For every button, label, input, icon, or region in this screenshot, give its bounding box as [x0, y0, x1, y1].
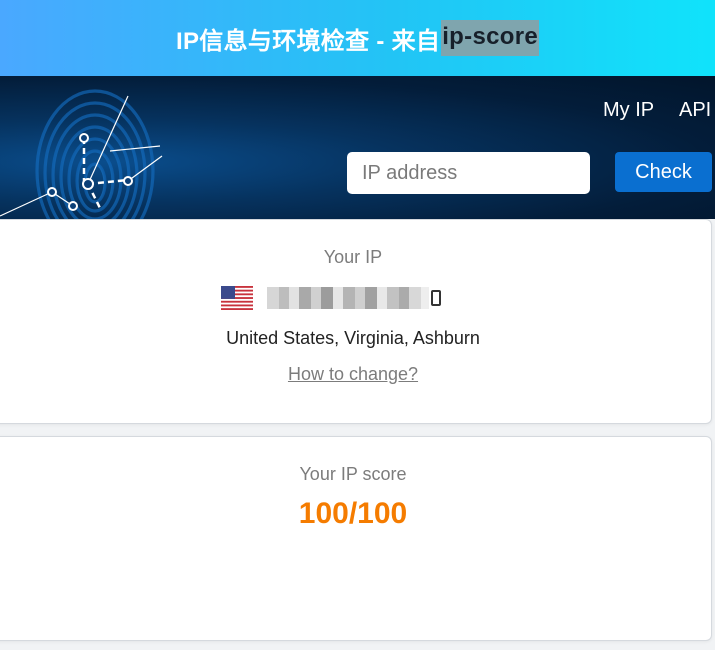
banner-title-highlight: ip-score [441, 20, 539, 56]
us-flag-icon [221, 286, 253, 310]
top-banner: IP信息与环境检查 - 来自 ip-score [0, 0, 715, 76]
masked-ip-address [267, 287, 429, 309]
ip-row [221, 285, 441, 311]
your-ip-label: Your IP [323, 247, 383, 267]
banner-title: IP信息与环境检查 - 来自 [176, 27, 441, 55]
how-to-change-link[interactable]: How to change? [288, 364, 418, 384]
check-button[interactable]: Check [615, 152, 712, 192]
your-ip-card: Your IP United States, Virginia, Ashburn… [0, 219, 712, 424]
ip-score-value: 100/100 [298, 497, 408, 530]
ip-location: United States, Virginia, Ashburn [226, 328, 480, 348]
ip-score-card: Your IP score 100/100 [0, 436, 712, 641]
nav-my-ip-link[interactable]: My IP [603, 99, 654, 122]
ip-score-label: Your IP score [299, 464, 407, 484]
ip-address-input[interactable] [347, 152, 590, 194]
hero-header: My IP API Check [0, 76, 715, 219]
copy-icon[interactable] [431, 290, 441, 306]
nav-api-link[interactable]: API [679, 99, 711, 122]
fingerprint-graphic [0, 89, 163, 219]
